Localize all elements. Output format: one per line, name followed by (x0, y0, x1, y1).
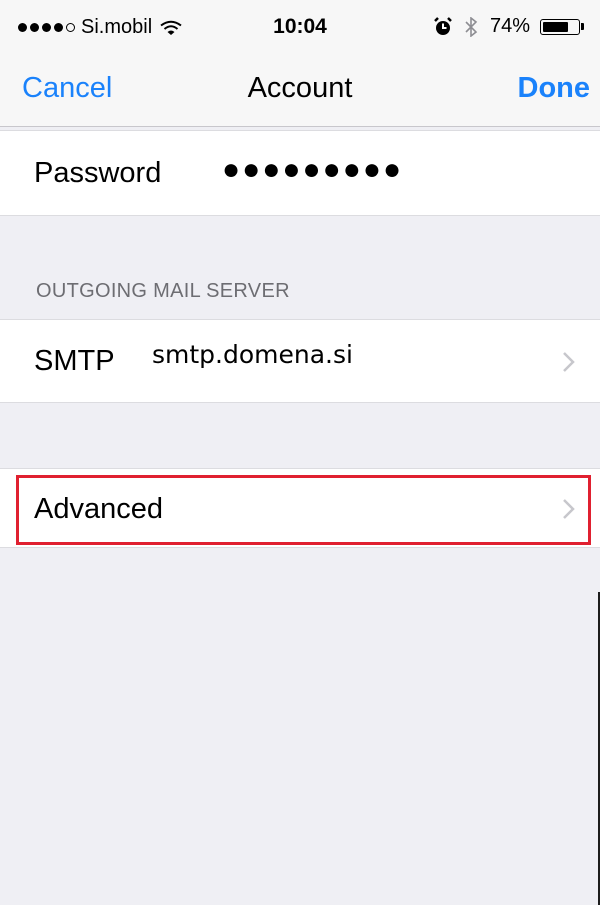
password-label: Password (34, 157, 162, 189)
battery-percent: 74% (489, 15, 530, 37)
alarm-icon (434, 16, 452, 35)
battery-icon (540, 18, 584, 35)
status-right: 74% (434, 15, 584, 38)
battery-tip (581, 23, 584, 30)
smtp-server-value: smtp.domena.si (152, 340, 353, 369)
chevron-right-icon (563, 352, 575, 372)
battery-fill (543, 21, 569, 32)
highlight-box (16, 475, 591, 545)
bluetooth-icon (465, 16, 478, 37)
battery-body (540, 18, 580, 35)
outgoing-server-header: OUTGOING MAIL SERVER (36, 280, 290, 302)
page-title: Account (247, 72, 353, 104)
smtp-cell[interactable]: SMTP smtp.domena.si (0, 319, 600, 403)
done-button[interactable]: Done (518, 72, 591, 105)
password-cell[interactable]: Password ●●●●●●●●● (0, 130, 600, 216)
smtp-label: SMTP (34, 345, 115, 377)
status-bar: Si.mobil 10:04 74% (0, 0, 600, 56)
password-field[interactable]: ●●●●●●●●● (222, 153, 403, 187)
navigation-bar: Cancel Account Done (0, 56, 600, 127)
